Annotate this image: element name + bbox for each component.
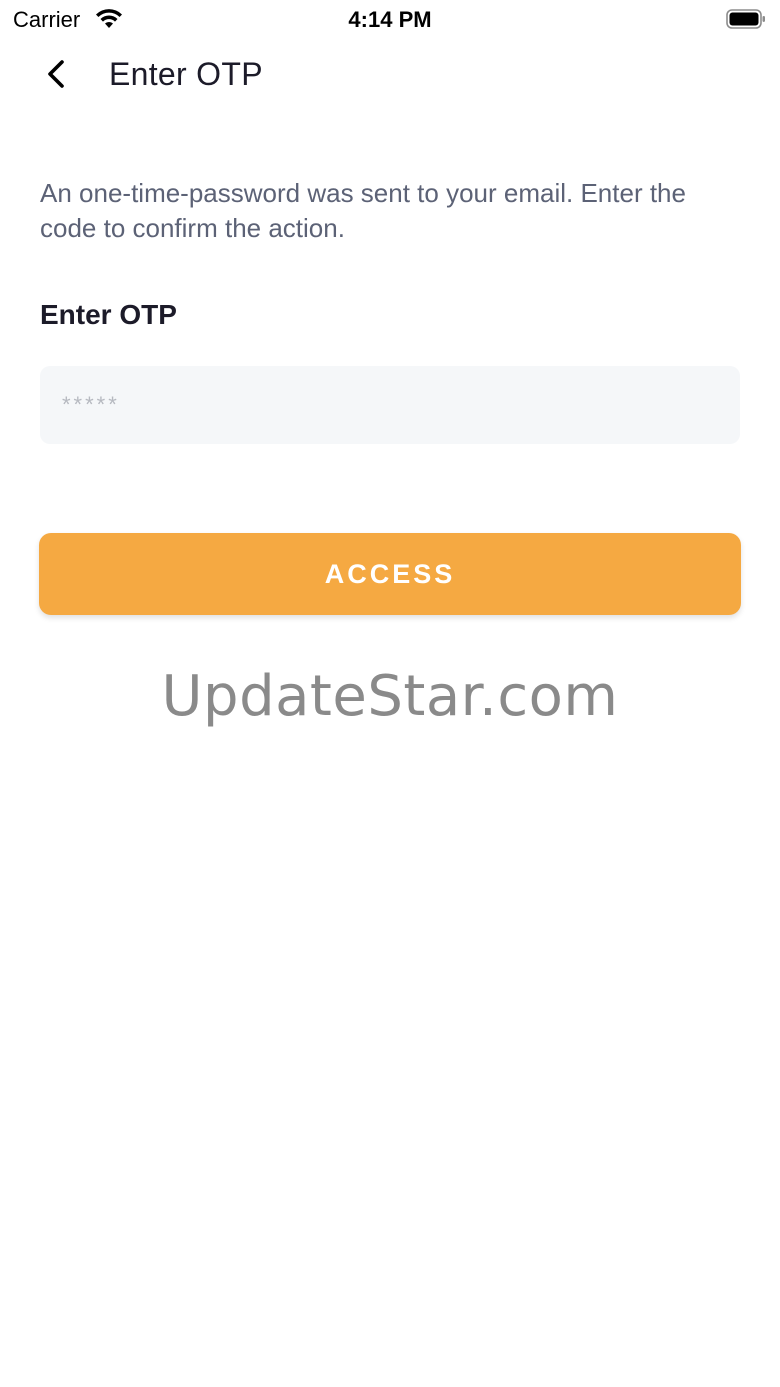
otp-input[interactable]: [40, 366, 740, 444]
otp-screen: Carrier 4:14 PM Enter OTP An one-time-pa…: [0, 0, 780, 1387]
chevron-left-icon: [44, 59, 68, 94]
back-button[interactable]: [34, 54, 78, 98]
status-bar: Carrier 4:14 PM: [0, 0, 780, 40]
page-title: Enter OTP: [109, 56, 263, 92]
access-button[interactable]: ACCESS: [39, 533, 741, 615]
status-time: 4:14 PM: [348, 7, 432, 32]
otp-description: An one-time-password was sent to your em…: [40, 178, 686, 243]
battery-icon: [726, 9, 766, 29]
otp-field-label: Enter OTP: [40, 299, 177, 330]
watermark-text: UpdateStar.com: [161, 664, 619, 729]
